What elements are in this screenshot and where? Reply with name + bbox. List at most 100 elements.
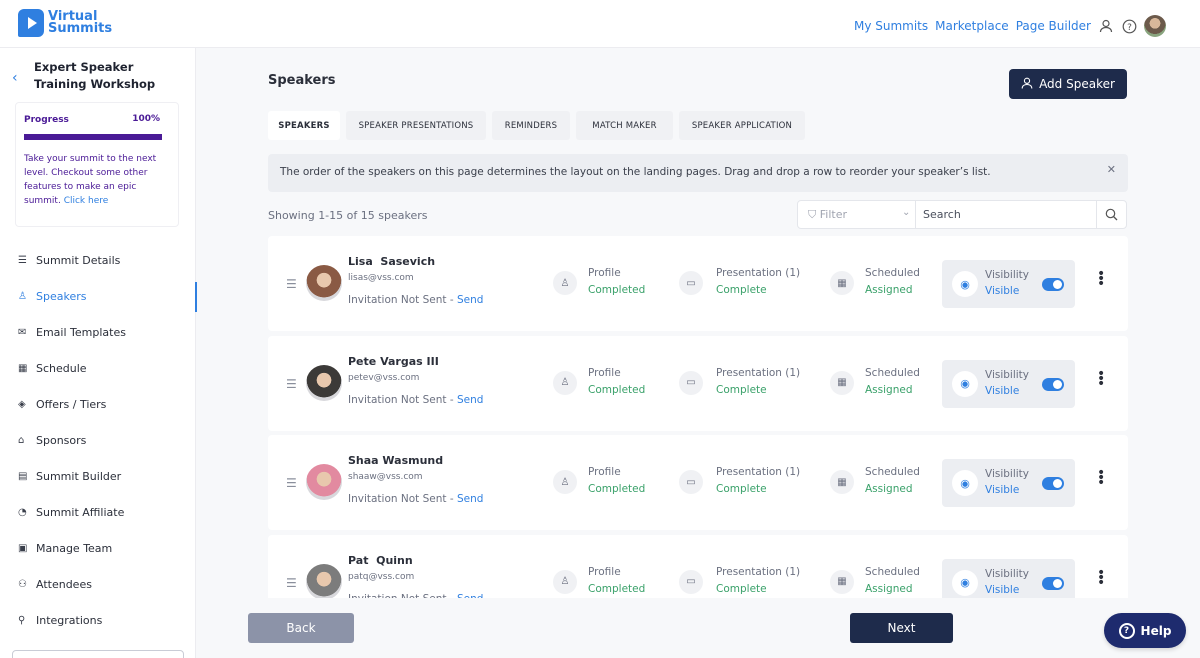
visibility-panel: ◉ Visibility Visible [942,558,1075,598]
presentation-status: Complete [716,383,767,396]
search-input[interactable] [923,206,1093,223]
profile-label: Profile [588,267,621,279]
drag-handle-icon[interactable]: ☰ [286,277,297,291]
sidebar-bottom-box[interactable] [12,650,184,658]
progress-bar [24,134,162,140]
sidebar-item-label: Attendees [36,577,92,591]
more-options-icon[interactable]: • • • [1097,566,1105,590]
send-invite-link[interactable]: Send [457,493,483,505]
search-button[interactable] [1096,201,1126,228]
tab-speaker-presentations[interactable]: SPEAKER PRESENTATIONS [346,111,486,140]
help-button[interactable]: ? Help [1104,613,1186,648]
schedule-status: Assigned [865,582,913,595]
speaker-row[interactable]: ☰ Pete Vargas III petev@vss.com Invitation … [268,335,1128,431]
schedule-label: Scheduled [865,267,920,279]
more-options-icon[interactable]: • • • [1097,367,1105,391]
filter-dropdown[interactable]: ⛉ Filter [808,208,847,222]
presentation-label: Presentation (1) [716,267,801,279]
profile-icon: ♙ [553,470,577,494]
eye-icon: ◉ [952,271,978,297]
chevron-down-icon[interactable]: ⌄ [902,207,910,218]
sidebar-item-manage-team[interactable]: ▣ Manage Team [0,530,196,566]
add-speaker-label: Add Speaker [1039,77,1115,91]
speaker-row[interactable]: ☰ Shaa Wasmund shaaw@vss.com Invitation Not… [268,435,1128,530]
visibility-toggle[interactable] [1042,377,1064,391]
visibility-panel: ◉ Visibility Visible [942,359,1075,408]
visibility-toggle[interactable] [1042,576,1064,590]
drag-handle-icon[interactable]: ☰ [286,476,297,490]
tab-reminders[interactable]: REMINDERS [492,111,570,140]
progress-percent: 100% [132,114,160,124]
sidebar-item-integrations[interactable]: ⚲ Integrations [0,602,196,638]
send-invite-link[interactable]: Send [457,593,483,599]
chevron-left-icon[interactable]: ‹ [12,70,18,86]
visibility-toggle[interactable] [1042,477,1064,490]
tab-speaker-application[interactable]: SPEAKER APPLICATION [679,111,805,140]
progress-bar-fill [24,134,162,140]
visibility-toggle[interactable] [1042,278,1064,291]
tab-match-maker[interactable]: MATCH MAKER [576,111,673,140]
filter-icon: ⛉ [808,208,817,221]
my-summits-link[interactable]: My Summits [854,19,928,33]
progress-label: Progress [24,115,69,125]
sidebar-item-attendees[interactable]: ⚇ Attendees [0,566,196,602]
back-button[interactable]: Back [248,613,354,643]
schedule-label: Scheduled [865,366,920,379]
sidebar-item-label: Offers / Tiers [36,397,107,411]
presentation-label: Presentation (1) [716,565,801,578]
close-icon[interactable]: ✕ [1107,163,1116,176]
more-options-icon[interactable]: • • • [1097,267,1105,291]
sidebar-item-summit-details[interactable]: ☰ Summit Details [0,242,196,278]
speaker-name[interactable]: Lisa Sasevich [348,255,435,268]
sidebar-item-label: Integrations [36,613,103,627]
visibility-status: Visible [985,384,1020,397]
visibility-label: Visibility [985,368,1030,381]
sidebar-item-sponsors[interactable]: ⌂ Sponsors [0,422,196,458]
next-button[interactable]: Next [850,613,953,643]
sidebar-item-offers-tiers[interactable]: ◈ Offers / Tiers [0,386,196,422]
sidebar-item-summit-builder[interactable]: ▤ Summit Builder [0,458,196,494]
calendar-icon: ▦ [18,362,28,374]
user-avatar[interactable] [1144,15,1166,37]
drag-handle-icon[interactable]: ☰ [286,576,297,590]
page-builder-link[interactable]: Page Builder [1016,19,1091,33]
person-icon: ♙ [18,290,27,302]
summit-title[interactable]: Expert Speaker Training Workshop [34,59,184,93]
visibility-label: Visibility [985,468,1030,480]
marketplace-link[interactable]: Marketplace [935,19,1009,33]
speaker-row[interactable]: ☰ Pat Quinn patq@vss.com Invitation Not Sen… [268,534,1128,599]
sidebar-item-summit-affiliate[interactable]: ◔ Summit Affiliate [0,494,196,530]
virtual-summits-logo[interactable]: Virtual Summits [18,9,112,37]
presentation-icon: ▭ [679,271,703,295]
schedule-status: Assigned [865,284,913,296]
sidebar-item-email-templates[interactable]: ✉ Email Templates [0,314,196,350]
speaker-name[interactable]: Pete Vargas III [348,355,439,368]
sidebar-item-label: Summit Builder [36,469,122,483]
filter-label: Filter [819,208,847,221]
tab-speakers[interactable]: SPEAKERS [268,111,340,140]
presentation-icon: ▭ [679,370,703,395]
team-icon: ▣ [18,542,28,554]
send-invite-link[interactable]: Send [457,294,483,306]
click-here-link[interactable]: Click here [64,196,109,206]
sidebar-item-schedule[interactable]: ▦ Schedule [0,350,196,386]
user-switch-icon[interactable] [1098,18,1114,34]
send-invite-link[interactable]: Send [457,394,483,406]
schedule-label: Scheduled [865,466,920,478]
add-speaker-button[interactable]: Add Speaker [1009,69,1127,99]
visibility-label: Visibility [985,567,1030,580]
search-icon [1105,208,1118,221]
speaker-name[interactable]: Shaa Wasmund [348,454,443,467]
speaker-avatar [306,563,342,598]
top-nav: My Summits Marketplace Page Builder ? [854,15,1166,37]
more-options-icon[interactable]: • • • [1097,466,1105,490]
speaker-name[interactable]: Pat Quinn [348,554,413,567]
drag-handle-icon[interactable]: ☰ [286,377,297,391]
speaker-row[interactable]: ☰ Lisa Sasevich lisas@vss.com Invitation No… [268,236,1128,331]
schedule-status: Assigned [865,383,913,396]
help-circle-icon[interactable]: ? [1121,18,1137,34]
calendar-icon: ▦ [830,569,854,594]
sidebar-item-speakers[interactable]: ♙ Speakers [0,278,197,314]
calendar-icon: ▦ [830,370,854,395]
list-icon: ☰ [18,254,27,266]
